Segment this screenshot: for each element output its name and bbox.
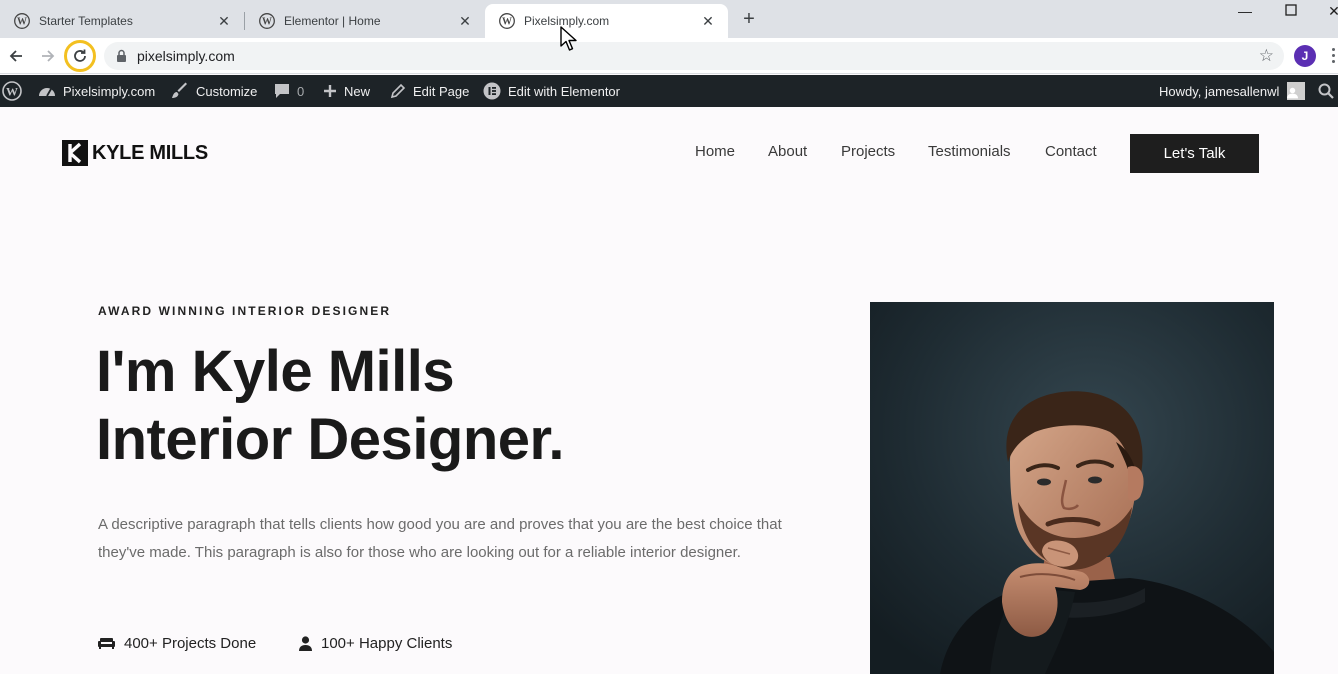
customize-label: Customize	[196, 83, 258, 99]
account-menu[interactable]: Howdy, jamesallenwl	[1159, 75, 1306, 107]
url-text: pixelsimply.com	[137, 48, 235, 64]
pencil-icon	[390, 83, 406, 99]
wordpress-icon: W	[499, 13, 515, 29]
search-icon	[1318, 83, 1334, 99]
mouse-cursor-icon	[560, 26, 577, 51]
elementor-icon	[483, 82, 501, 100]
nav-testimonials[interactable]: Testimonials	[928, 143, 1011, 160]
close-icon[interactable]: ✕	[700, 13, 716, 29]
site-logo[interactable]: KYLE MILLS	[62, 139, 208, 167]
site-name: Pixelsimply.com	[63, 83, 156, 99]
back-button[interactable]	[4, 44, 28, 68]
plus-icon	[324, 85, 336, 97]
stat-label: 100+ Happy Clients	[321, 634, 453, 652]
tab-title: Pixelsimply.com	[524, 14, 610, 28]
tab-title: Starter Templates	[39, 14, 133, 28]
nav-home[interactable]: Home	[695, 143, 735, 160]
forward-button[interactable]	[36, 44, 60, 68]
new-content-link[interactable]: New	[323, 75, 370, 107]
user-avatar-icon	[1287, 87, 1299, 99]
admin-search-button[interactable]	[1318, 75, 1338, 107]
dashboard-icon	[39, 88, 55, 97]
wordpress-icon: W	[259, 13, 275, 29]
profile-avatar[interactable]: J	[1294, 45, 1316, 67]
close-icon[interactable]: ✕	[457, 13, 473, 29]
sofa-icon	[98, 638, 115, 649]
nav-about[interactable]: About	[768, 143, 807, 160]
browser-toolbar: pixelsimply.com ☆ J	[0, 38, 1338, 74]
svg-text:W: W	[6, 85, 18, 99]
customize-link[interactable]: Customize	[171, 75, 257, 107]
svg-text:W: W	[502, 17, 512, 28]
reload-icon	[74, 49, 86, 62]
wordpress-icon: W	[2, 81, 22, 101]
edit-with-elementor-link[interactable]: Edit with Elementor	[483, 75, 620, 107]
new-label: New	[344, 83, 371, 99]
headline-line-1: I'm Kyle Mills	[96, 339, 455, 404]
menu-icon[interactable]	[1332, 48, 1336, 64]
hero-description: A descriptive paragraph that tells clien…	[98, 516, 782, 561]
tab-pixelsimply[interactable]: W Pixelsimply.com ✕	[485, 4, 728, 38]
star-icon[interactable]: ☆	[1259, 46, 1274, 66]
avatar	[1287, 82, 1306, 100]
wordpress-icon: W	[14, 13, 30, 29]
stat-clients: 100+ Happy Clients	[299, 633, 452, 653]
stat-label: 400+ Projects Done	[124, 634, 257, 652]
tab-elementor-home[interactable]: W Elementor | Home ✕	[245, 4, 485, 38]
close-icon[interactable]: ✕	[216, 13, 232, 29]
logo-mark-icon	[62, 140, 88, 166]
window-close-icon[interactable]: ✕	[1324, 2, 1338, 20]
nav-projects[interactable]: Projects	[841, 143, 895, 160]
comments-count: 0	[297, 83, 305, 99]
comment-icon	[275, 84, 289, 98]
nav-contact[interactable]: Contact	[1045, 143, 1097, 160]
headline-line-2: Interior Designer.	[96, 407, 565, 472]
wp-logo-button[interactable]: W	[2, 75, 29, 107]
maximize-icon[interactable]	[1281, 2, 1301, 20]
lets-talk-button[interactable]: Let's Talk	[1130, 134, 1259, 173]
edit-with-elementor-label: Edit with Elementor	[508, 83, 620, 99]
address-bar[interactable]: pixelsimply.com ☆	[104, 42, 1284, 70]
site-name-link[interactable]: Pixelsimply.com	[38, 75, 155, 107]
hero-headline: I'm Kyle Mills Interior Designer.	[96, 338, 565, 474]
comments-link[interactable]: 0	[274, 75, 304, 107]
hero-eyebrow: AWARD WINNING INTERIOR DESIGNER	[98, 304, 392, 318]
tab-title: Elementor | Home	[284, 14, 381, 28]
edit-page-link[interactable]: Edit Page	[390, 75, 469, 107]
edit-page-label: Edit Page	[413, 83, 470, 99]
portrait-illustration	[870, 302, 1274, 674]
svg-text:W: W	[262, 17, 272, 28]
tab-starter-templates[interactable]: W Starter Templates ✕	[0, 4, 244, 38]
new-tab-button[interactable]: +	[739, 9, 759, 29]
arrow-right-icon	[42, 50, 55, 62]
wp-admin-bar: W Pixelsimply.com Customize 0 New Edit P…	[0, 75, 1338, 107]
logo-text: KYLE MILLS	[92, 141, 208, 164]
hero-portrait-image	[870, 302, 1274, 674]
brush-icon	[172, 82, 187, 98]
reload-button[interactable]	[64, 40, 96, 72]
user-icon	[299, 635, 312, 651]
lock-icon	[117, 49, 126, 62]
svg-text:W: W	[17, 17, 27, 28]
minimize-icon[interactable]: —	[1235, 2, 1255, 20]
arrow-left-icon	[9, 50, 22, 62]
browser-tab-strip: W Starter Templates ✕ W Elementor | Home…	[0, 0, 1338, 38]
howdy-text: Howdy, jamesallenwl	[1159, 83, 1280, 99]
stat-projects: 400+ Projects Done	[98, 633, 256, 653]
